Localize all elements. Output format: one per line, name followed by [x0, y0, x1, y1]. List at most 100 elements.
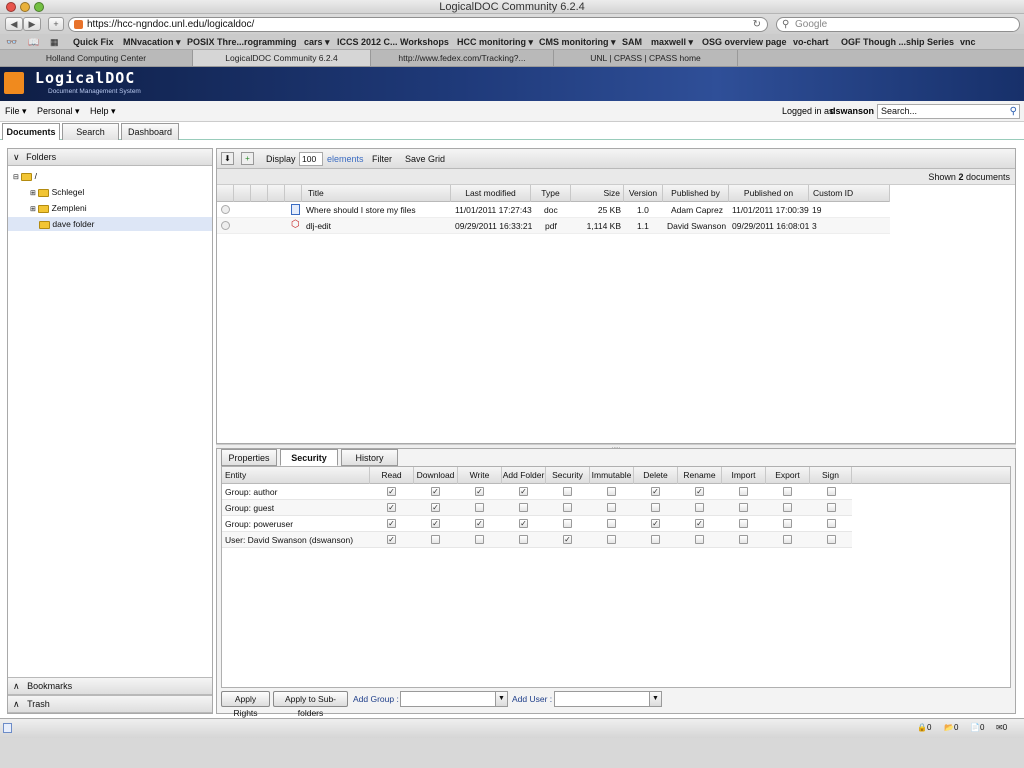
bookmark-item[interactable]: Quick Fix	[73, 37, 114, 47]
column-header-custom-id[interactable]: Custom ID	[809, 185, 890, 202]
permission-checkbox-checked[interactable]: ✓	[651, 519, 660, 528]
permission-checkbox[interactable]	[739, 535, 748, 544]
column-header-icon4[interactable]	[268, 185, 285, 202]
add-user-select[interactable]: ▼	[554, 691, 662, 707]
forward-button[interactable]: ▶	[23, 17, 41, 31]
search-icon[interactable]: ⚲	[1010, 105, 1017, 118]
tree-root[interactable]: ⊟ /	[13, 169, 37, 185]
apply-rights-button[interactable]: Apply Rights	[221, 691, 270, 718]
permission-checkbox[interactable]	[739, 503, 748, 512]
folders-header[interactable]: ∨ Folders	[8, 149, 212, 166]
browser-tab[interactable]: Holland Computing Center	[0, 50, 193, 66]
permission-checkbox[interactable]	[475, 503, 484, 512]
filter-button[interactable]: Filter	[372, 154, 392, 164]
status-locked-counter[interactable]: 🔒0	[917, 723, 931, 732]
column-header-delete[interactable]: Delete	[634, 467, 678, 484]
permission-checkbox[interactable]	[607, 519, 616, 528]
browser-tab[interactable]: http://www.fedex.com/Tracking?...	[371, 50, 554, 66]
permission-checkbox-checked[interactable]: ✓	[475, 519, 484, 528]
browser-tab-active[interactable]: LogicalDOC Community 6.2.4	[193, 50, 371, 66]
permission-checkbox[interactable]	[783, 487, 792, 496]
bookmarks-section-header[interactable]: ∧ Bookmarks	[8, 677, 212, 695]
column-header-download[interactable]: Download	[414, 467, 458, 484]
tab-security[interactable]: Security	[280, 449, 338, 466]
permission-checkbox[interactable]	[695, 503, 704, 512]
menu-personal[interactable]: Personal ▾	[37, 106, 80, 117]
permission-checkbox[interactable]	[651, 535, 660, 544]
status-checkout-counter[interactable]: 📂0	[944, 723, 958, 732]
column-header-read[interactable]: Read	[370, 467, 414, 484]
column-header-immutable[interactable]: Immutable	[590, 467, 634, 484]
permission-checkbox-checked[interactable]: ✓	[563, 535, 572, 544]
bookmark-item[interactable]: MNvacation ▾	[123, 37, 181, 48]
status-workflow-counter[interactable]: 📄0	[970, 723, 984, 732]
bookmark-item[interactable]: SAM	[622, 37, 642, 47]
bookmark-item[interactable]: cars ▾	[304, 37, 330, 48]
column-header-version[interactable]: Version	[624, 185, 663, 202]
top-sites-icon[interactable]: ▦	[50, 37, 59, 48]
trash-section-header[interactable]: ∧ Trash	[8, 695, 212, 713]
column-header-published-on[interactable]: Published on	[729, 185, 809, 202]
display-count-input[interactable]: 100	[299, 152, 323, 166]
new-tab-button[interactable]: +	[48, 17, 64, 31]
bookmark-item[interactable]: CMS monitoring ▾	[539, 37, 616, 48]
browser-tab[interactable]: UNL | CPASS | CPASS home	[554, 50, 738, 66]
permission-checkbox[interactable]	[607, 503, 616, 512]
tab-search[interactable]: Search	[62, 123, 119, 140]
permission-checkbox-checked[interactable]: ✓	[695, 487, 704, 496]
menu-file[interactable]: File ▾	[5, 106, 27, 117]
permission-checkbox[interactable]	[827, 519, 836, 528]
add-document-icon[interactable]: +	[241, 152, 254, 165]
bookmark-item[interactable]: OGF Though ...ship Series	[841, 37, 954, 47]
permission-checkbox-checked[interactable]: ✓	[431, 487, 440, 496]
column-header-type[interactable]: Type	[531, 185, 571, 202]
column-header-rename[interactable]: Rename	[678, 467, 722, 484]
permission-checkbox[interactable]	[475, 535, 484, 544]
permission-checkbox[interactable]	[431, 535, 440, 544]
reload-icon[interactable]: ↻	[753, 18, 761, 31]
permission-checkbox-checked[interactable]: ✓	[519, 487, 528, 496]
tab-documents[interactable]: Documents	[2, 123, 60, 140]
bookmark-item[interactable]: vnc	[960, 37, 976, 47]
bookmark-item[interactable]: vo-chart	[793, 37, 829, 47]
address-bar[interactable]: https://hcc-ngndoc.unl.edu/logicaldoc/ ↻	[68, 17, 768, 32]
apply-subfolders-button[interactable]: Apply to Sub-folders	[273, 691, 348, 718]
download-icon[interactable]: ⬇	[221, 152, 234, 165]
menu-help[interactable]: Help ▾	[90, 106, 116, 117]
bookmarks-book-icon[interactable]: 📖	[28, 37, 39, 48]
bookmark-item[interactable]: HCC monitoring ▾	[457, 37, 533, 48]
status-messages-counter[interactable]: ✉0	[996, 723, 1007, 732]
document-title[interactable]: dlj-edit	[306, 219, 331, 233]
column-header-write[interactable]: Write	[458, 467, 502, 484]
reading-list-icon[interactable]: 👓	[6, 37, 17, 48]
column-header-add-folder[interactable]: Add Folder	[502, 467, 546, 484]
permission-checkbox-checked[interactable]: ✓	[519, 519, 528, 528]
bookmark-item[interactable]: OSG overview page	[702, 37, 787, 47]
browser-search-field[interactable]: ⚲ Google	[776, 17, 1020, 32]
back-button[interactable]: ◀	[5, 17, 23, 31]
permission-checkbox[interactable]	[739, 519, 748, 528]
permission-checkbox[interactable]	[563, 487, 572, 496]
tab-dashboard[interactable]: Dashboard	[121, 123, 179, 140]
column-header-icon1[interactable]	[217, 185, 234, 202]
permission-checkbox-checked[interactable]: ✓	[387, 503, 396, 512]
column-header-last-modified[interactable]: Last modified	[451, 185, 531, 202]
tab-properties[interactable]: Properties	[221, 449, 277, 466]
permission-checkbox-checked[interactable]: ✓	[431, 503, 440, 512]
permission-checkbox[interactable]	[519, 535, 528, 544]
column-header-published-by[interactable]: Published by	[663, 185, 729, 202]
tree-item-schlegel[interactable]: ⊞ Schlegel	[30, 185, 84, 201]
column-header-icon3[interactable]	[251, 185, 268, 202]
permission-checkbox[interactable]	[827, 503, 836, 512]
permission-checkbox[interactable]	[563, 519, 572, 528]
permission-checkbox[interactable]	[519, 503, 528, 512]
permission-checkbox-checked[interactable]: ✓	[431, 519, 440, 528]
permission-checkbox[interactable]	[827, 487, 836, 496]
permission-checkbox[interactable]	[783, 503, 792, 512]
tree-item-dave-folder[interactable]: dave folder	[8, 217, 212, 231]
permission-checkbox[interactable]	[563, 503, 572, 512]
permission-checkbox[interactable]	[827, 535, 836, 544]
permission-checkbox-checked[interactable]: ✓	[651, 487, 660, 496]
column-header-import[interactable]: Import	[722, 467, 766, 484]
tab-history[interactable]: History	[341, 449, 398, 466]
